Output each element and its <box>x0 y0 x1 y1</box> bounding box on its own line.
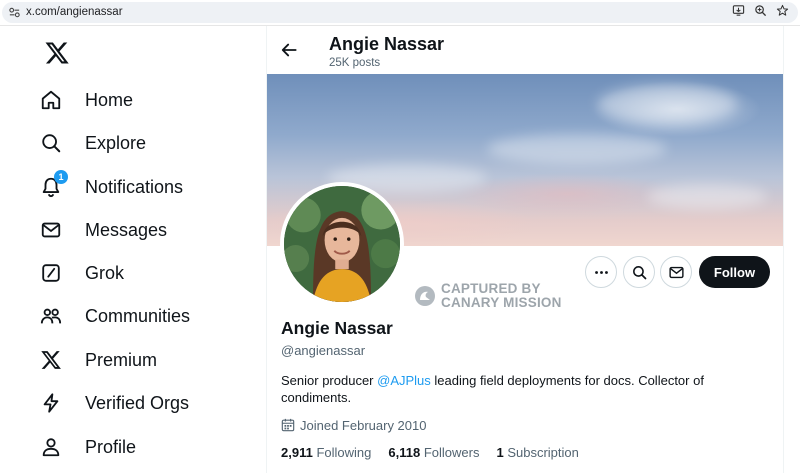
avatar[interactable] <box>280 182 404 306</box>
url-text[interactable]: x.com/angienassar <box>26 5 123 20</box>
install-app-icon[interactable] <box>732 4 745 17</box>
follow-button[interactable]: Follow <box>699 256 770 288</box>
watermark: CAPTURED BY CANARY MISSION <box>414 282 574 312</box>
sidebar-item-profile[interactable]: Profile <box>40 429 250 465</box>
followers-label: Followers <box>423 445 480 460</box>
sidebar-item-label: Communities <box>85 305 191 326</box>
sidebar-item-label: Profile <box>85 436 137 457</box>
joined-text: Joined February 2010 <box>300 417 427 433</box>
sidebar-item-label: Explore <box>85 132 147 153</box>
followers-count: 6,118 <box>388 445 421 460</box>
sidebar-item-label: Grok <box>85 262 125 283</box>
grok-icon <box>40 261 72 285</box>
bio-text: Senior producer <box>281 373 378 388</box>
more-options-button[interactable] <box>585 256 617 288</box>
search-icon <box>632 265 646 279</box>
site-settings-icon[interactable] <box>8 6 21 19</box>
sidebar-item-label: Premium <box>85 349 158 370</box>
following-link[interactable]: 2,911 Following <box>281 445 371 460</box>
sidebar-item-explore[interactable]: Explore <box>40 125 250 161</box>
sidebar-item-label: Home <box>85 89 134 110</box>
sidebar-item-notifications[interactable]: 1 Notifications <box>40 169 250 205</box>
canary-mission-logo-icon <box>415 286 435 306</box>
search-posts-button[interactable] <box>623 256 655 288</box>
profile-stats: 2,911 Following 6,118 Followers 1 Subscr… <box>281 445 596 460</box>
people-icon <box>40 304 72 328</box>
notification-badge: 1 <box>54 170 68 184</box>
watermark-text: CAPTURED BY CANARY MISSION <box>441 282 562 310</box>
bio-mention-link[interactable]: @AJPlus <box>377 373 431 388</box>
followers-link[interactable]: 6,118 Followers <box>388 445 479 460</box>
profile-column: Angie Nassar 25K posts CAPTURED BY CANAR… <box>266 26 784 473</box>
subscription-link[interactable]: 1 Subscription <box>496 445 578 460</box>
sidebar-item-verified-orgs[interactable]: Verified Orgs <box>40 385 250 421</box>
envelope-icon <box>668 266 684 278</box>
browser-toolbar: x.com/angienassar <box>0 0 800 26</box>
sidebar-item-grok[interactable]: Grok <box>40 255 250 291</box>
sidebar-item-messages[interactable]: Messages <box>40 212 250 248</box>
sidebar-nav: Home Explore 1 Notifications Messages Gr… <box>0 26 266 473</box>
more-icon <box>594 270 608 274</box>
x-logo-icon[interactable] <box>44 40 70 66</box>
sidebar-item-communities[interactable]: Communities <box>40 298 250 334</box>
lightning-icon <box>40 391 72 415</box>
sidebar-item-label: Messages <box>85 219 168 240</box>
watermark-line-1: CAPTURED BY <box>441 281 541 296</box>
profile-handle: @angienassar <box>281 343 366 358</box>
back-arrow-icon[interactable] <box>279 40 299 60</box>
subscription-label: Subscription <box>507 445 579 460</box>
subscription-count: 1 <box>496 445 504 460</box>
bookmark-star-icon[interactable] <box>776 4 789 17</box>
person-icon <box>40 435 72 459</box>
header-title: Angie Nassar <box>329 34 445 54</box>
profile-bio: Senior producer @AJPlus leading field de… <box>281 372 731 406</box>
message-button[interactable] <box>660 256 692 288</box>
calendar-icon <box>281 418 295 432</box>
watermark-line-2: CANARY MISSION <box>441 295 562 310</box>
following-label: Following <box>316 445 372 460</box>
profile-name: Angie Nassar <box>281 318 393 338</box>
x-logo-icon <box>40 348 72 372</box>
sidebar-item-premium[interactable]: Premium <box>40 342 250 378</box>
search-icon <box>40 131 72 155</box>
zoom-icon[interactable] <box>754 4 767 17</box>
bell-icon: 1 <box>40 170 72 199</box>
joined-date: Joined February 2010 <box>281 417 426 433</box>
sidebar-item-label: Verified Orgs <box>85 392 190 413</box>
sidebar-item-label: Notifications <box>85 176 184 197</box>
header-post-count: 25K posts <box>329 57 381 69</box>
address-bar[interactable]: x.com/angienassar <box>2 2 798 23</box>
envelope-icon <box>40 218 72 242</box>
home-icon <box>40 88 72 112</box>
sidebar-item-home[interactable]: Home <box>40 82 250 118</box>
following-count: 2,911 <box>281 445 313 460</box>
